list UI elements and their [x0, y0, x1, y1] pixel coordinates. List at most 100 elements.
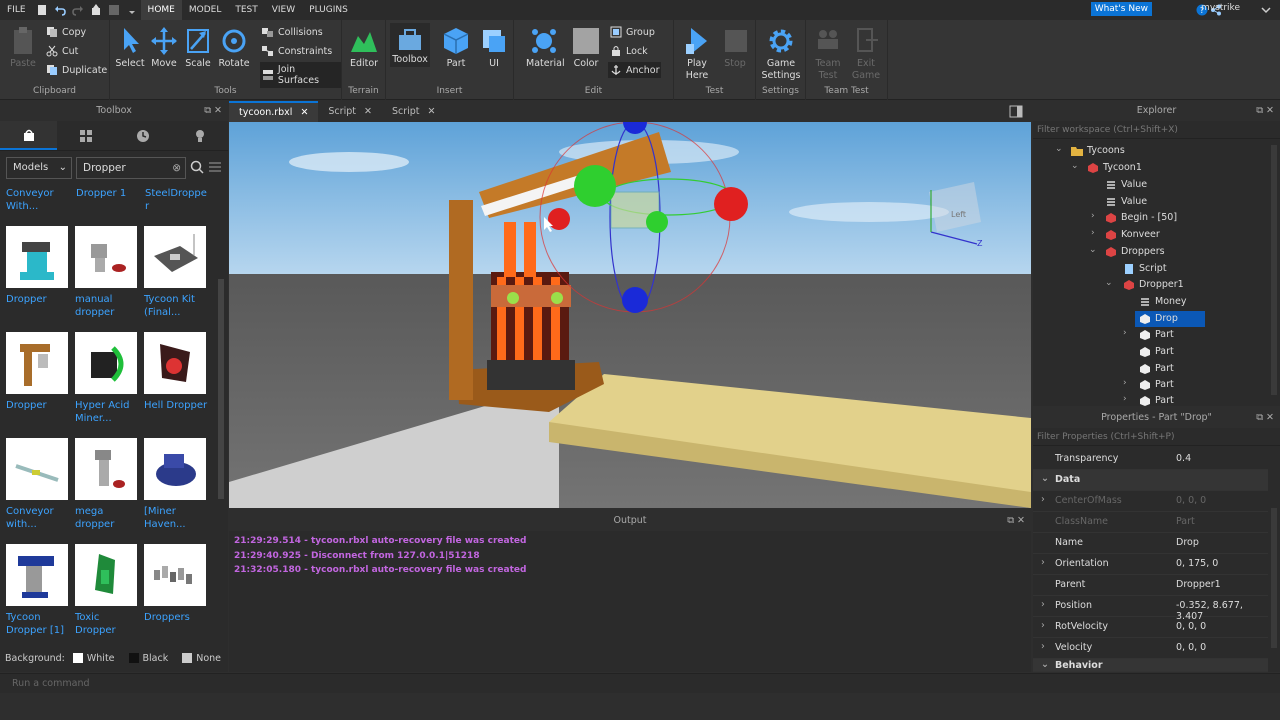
stop-button[interactable]: Stop — [718, 26, 752, 70]
lock-button[interactable]: Lock — [610, 45, 648, 57]
blue-handle[interactable] — [622, 287, 648, 313]
new-file-icon[interactable] — [35, 3, 49, 17]
customize-dropdown-icon[interactable] — [125, 3, 139, 17]
prop-row-classname[interactable]: ClassName Part — [1033, 512, 1268, 533]
bg-white-option[interactable]: White — [72, 653, 115, 664]
tree-item-dropper1[interactable]: Dropper1 — [1123, 277, 1184, 293]
prop-row-name[interactable]: Name Drop — [1033, 533, 1268, 554]
collapse-arrow-icon[interactable]: › — [1123, 328, 1127, 338]
command-bar-input[interactable]: Run a command — [0, 673, 1280, 693]
list-item[interactable]: Droppers — [144, 544, 210, 624]
publish-icon[interactable] — [89, 3, 103, 17]
close-icon[interactable]: ✕ — [364, 101, 372, 122]
green-handle[interactable] — [574, 165, 616, 207]
tree-item-begin[interactable]: Begin - [50] — [1105, 210, 1177, 226]
close-icon[interactable]: ✕ — [428, 101, 436, 122]
collapse-arrow-icon[interactable]: › — [1123, 394, 1127, 404]
list-item[interactable]: [Miner Haven... — [144, 438, 210, 531]
tab-creations[interactable] — [171, 121, 228, 150]
search-icon[interactable] — [190, 160, 204, 177]
properties-filter-input[interactable]: Filter Properties (Ctrl+Shift+P) — [1033, 428, 1280, 446]
team-test-button[interactable]: Team Test — [810, 26, 846, 82]
list-item[interactable]: manual dropper — [75, 226, 141, 319]
close-icon[interactable]: ⧉ ✕ — [1256, 408, 1274, 428]
list-item[interactable]: Dropper — [6, 332, 72, 412]
toolbox-search-input[interactable]: Dropper ⊗ — [76, 157, 186, 179]
ui-button[interactable]: UI — [478, 26, 510, 70]
prop-row-rotvelocity[interactable]: › RotVelocity 0, 0, 0 — [1033, 617, 1268, 638]
expand-arrow-icon[interactable]: ⌄ — [1089, 245, 1097, 255]
tab-tycoon-rbxl[interactable]: tycoon.rbxl ✕ — [229, 101, 319, 122]
undo-icon[interactable] — [53, 3, 67, 17]
cut-button[interactable]: Cut — [46, 45, 78, 57]
tree-item-drop[interactable]: Drop — [1135, 311, 1205, 327]
move-button[interactable]: Move — [148, 26, 180, 70]
properties-scrollbar[interactable] — [1271, 508, 1277, 648]
expand-arrow-icon[interactable]: ⌄ — [1105, 278, 1113, 288]
explorer-filter-input[interactable]: Filter workspace (Ctrl+Shift+X) — [1033, 121, 1280, 139]
list-item[interactable]: Hyper Acid Miner... — [75, 332, 141, 425]
red-handle[interactable] — [548, 208, 570, 230]
join-surfaces-toggle[interactable]: Join Surfaces — [260, 62, 341, 88]
tree-item-part[interactable]: Part — [1139, 344, 1174, 360]
list-item[interactable]: SteelDropper — [145, 187, 211, 213]
list-item[interactable]: Tycoon Kit (Final... — [144, 226, 210, 319]
prop-row-parent[interactable]: Parent Dropper1 — [1033, 575, 1268, 596]
prop-row-position[interactable]: › Position -0.352, 8.677, 3.407 — [1033, 596, 1268, 622]
tree-item-part[interactable]: Part — [1139, 393, 1174, 409]
tree-item-tycoon1[interactable]: Tycoon1 — [1087, 160, 1142, 176]
list-item[interactable]: mega dropper — [75, 438, 141, 531]
tree-item-value[interactable]: Value — [1105, 177, 1147, 193]
close-icon[interactable]: ⧉ ✕ — [1007, 511, 1025, 531]
play-here-button[interactable]: Play Here — [678, 26, 716, 82]
prop-row-velocity[interactable]: › Velocity 0, 0, 0 — [1033, 638, 1268, 659]
prop-row-transparency[interactable]: Transparency 0.4 — [1033, 449, 1268, 470]
list-item[interactable]: Conveyor with... — [6, 438, 72, 531]
list-item[interactable]: Conveyor With... — [6, 187, 72, 213]
category-dropdown[interactable]: Models ⌄ — [6, 157, 72, 179]
list-item[interactable]: Tycoon Dropper [1] — [6, 544, 72, 637]
dropper-output[interactable] — [487, 360, 575, 390]
dropper-pillar[interactable] — [449, 200, 473, 400]
tab-test[interactable]: TEST — [228, 0, 264, 20]
copy-button[interactable]: Copy — [46, 26, 86, 38]
close-icon[interactable]: ⧉ ✕ — [204, 101, 222, 121]
close-icon[interactable]: ⧉ ✕ — [1256, 101, 1274, 121]
red-handle[interactable] — [714, 187, 748, 221]
prop-section-behavior[interactable]: ⌄ Behavior — [1033, 659, 1268, 672]
tree-item-value[interactable]: Value — [1105, 194, 1147, 210]
tree-item-script[interactable]: Script — [1123, 261, 1167, 277]
list-item[interactable]: Dropper 1 — [76, 187, 142, 200]
collapse-arrow-icon[interactable]: › — [1091, 211, 1095, 221]
expand-arrow-icon[interactable]: ⌄ — [1071, 161, 1079, 171]
3d-viewport[interactable]: Left Z — [229, 122, 1031, 508]
explorer-scrollbar[interactable] — [1271, 145, 1277, 395]
username-label[interactable]: mvstrike — [1201, 3, 1240, 13]
toggle-panel-icon[interactable] — [1009, 105, 1023, 121]
bg-none-option[interactable]: None — [182, 653, 221, 664]
bg-black-option[interactable]: Black — [128, 653, 168, 664]
game-settings-button[interactable]: Game Settings — [759, 26, 803, 82]
tree-item-droppers[interactable]: Droppers — [1105, 244, 1165, 260]
terrain-editor-button[interactable]: Editor — [346, 26, 382, 70]
tab-model[interactable]: MODEL — [182, 0, 228, 20]
toolbox-button[interactable]: Toolbox — [390, 23, 430, 67]
duplicate-button[interactable]: Duplicate — [46, 64, 107, 76]
select-button[interactable]: Select — [114, 26, 146, 70]
whats-new-button[interactable]: What's New — [1090, 2, 1152, 16]
tab-script[interactable]: Script ✕ — [318, 101, 382, 122]
list-item[interactable]: Dropper — [6, 226, 72, 306]
tab-plugins[interactable]: PLUGINS — [302, 0, 355, 20]
tree-item-part[interactable]: Part — [1139, 327, 1174, 343]
redo-icon[interactable] — [71, 3, 85, 17]
tree-item-part[interactable]: Part — [1139, 377, 1174, 393]
tab-marketplace[interactable] — [0, 121, 57, 150]
prop-section-data[interactable]: ⌄ Data — [1033, 470, 1268, 491]
collisions-toggle[interactable]: Collisions — [262, 26, 323, 38]
tab-recent[interactable] — [114, 121, 171, 150]
green-handle[interactable] — [646, 211, 668, 233]
filter-settings-icon[interactable] — [208, 160, 222, 177]
part-button[interactable]: Part — [438, 26, 474, 70]
material-button[interactable]: Material — [526, 26, 565, 70]
tab-view[interactable]: VIEW — [265, 0, 302, 20]
